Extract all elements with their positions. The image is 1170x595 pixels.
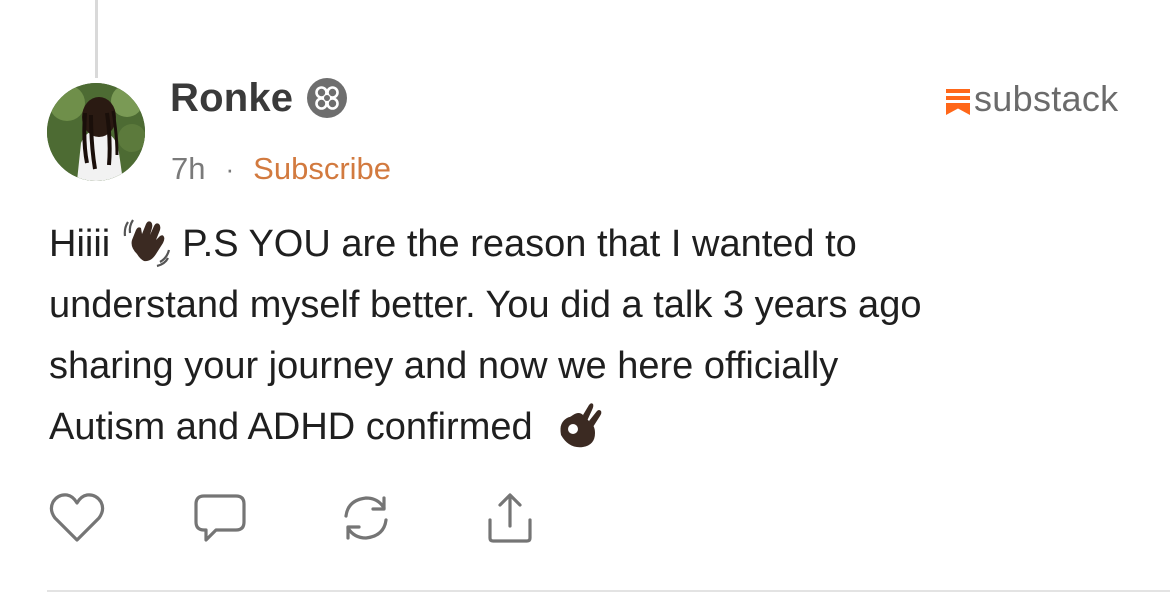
substack-logo-icon [946, 89, 970, 115]
post-body-line: understand myself better. You did a talk… [49, 284, 922, 326]
post-divider [47, 590, 1170, 592]
ok-hand-dark-skin-emoji [553, 399, 605, 451]
post-body-text: Hiiii [49, 223, 111, 265]
post-body-text: Autism and ADHD confirmed [49, 406, 533, 448]
post-timestamp: 7h [171, 151, 206, 186]
post-body-text: P.S YOU are the reason that I wanted to [182, 223, 857, 265]
meta-separator: · [225, 153, 235, 184]
author-name[interactable]: Ronke [170, 76, 293, 121]
restack-icon[interactable] [336, 490, 396, 546]
post-body: Hiiii P.S YOU are the reason that I want… [49, 214, 1139, 458]
subscribe-link[interactable]: Subscribe [253, 151, 391, 187]
waving-hand-dark-skin-emoji [120, 216, 172, 268]
substack-brand[interactable]: substack [946, 78, 1118, 120]
heart-icon[interactable] [47, 490, 107, 546]
post-body-line: Hiiii P.S YOU are the reason that I want… [49, 214, 1139, 275]
comment-icon[interactable] [190, 490, 250, 546]
post-actions [47, 490, 647, 546]
post-author: Ronke [170, 72, 348, 124]
avatar-photo [47, 83, 145, 181]
post-body-line: sharing your journey and now we here off… [49, 345, 839, 387]
brand-name: substack [974, 78, 1119, 119]
post-meta: 7h · Subscribe [171, 148, 391, 190]
avatar[interactable] [47, 83, 145, 181]
verified-flower-badge-icon [307, 78, 348, 118]
share-icon[interactable] [480, 490, 540, 546]
thread-connector-line [95, 0, 98, 78]
post-body-line: Autism and ADHD confirmed [49, 397, 1139, 458]
